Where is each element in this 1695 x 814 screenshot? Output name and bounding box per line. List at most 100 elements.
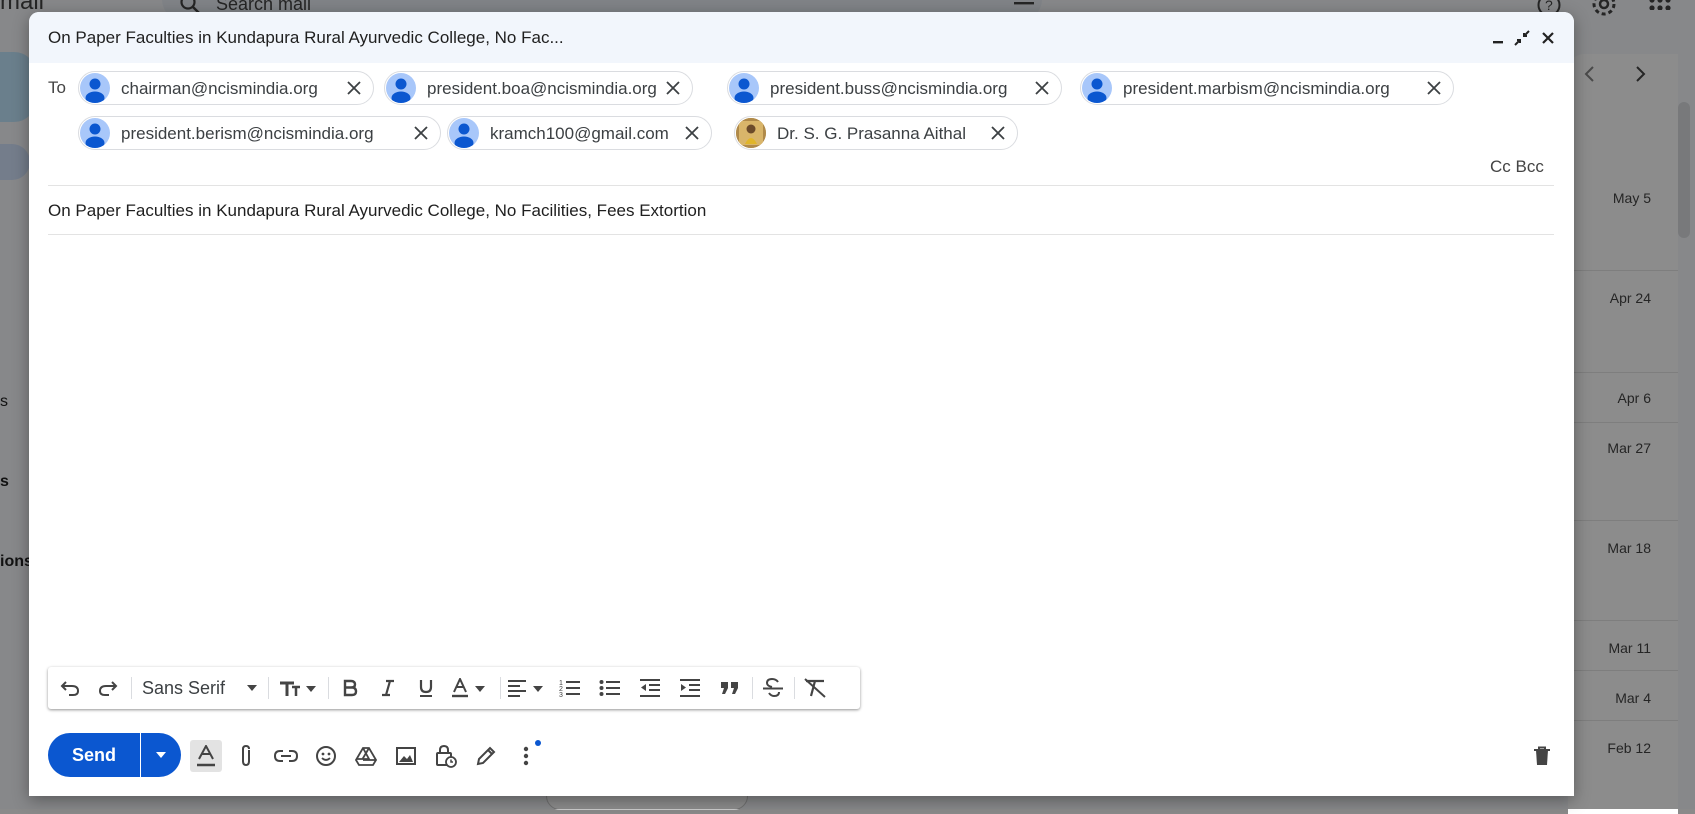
toolbar-separator — [794, 677, 795, 699]
person-icon — [80, 118, 110, 148]
remove-formatting-icon — [804, 678, 826, 698]
font-size-button[interactable] — [276, 675, 322, 701]
caret-down-icon — [247, 685, 257, 691]
svg-text:3: 3 — [559, 692, 563, 698]
redo-icon — [98, 681, 118, 696]
align-left-icon — [508, 680, 543, 697]
numbered-list-icon: 123 — [559, 680, 580, 698]
close-button[interactable] — [1536, 26, 1560, 50]
strikethrough-button[interactable] — [760, 675, 786, 701]
italic-button[interactable] — [376, 675, 400, 701]
more-vert-icon — [523, 746, 529, 766]
exit-fullscreen-button[interactable] — [1510, 26, 1534, 50]
cc-link[interactable]: Cc — [1490, 157, 1511, 176]
indent-less-icon — [640, 679, 660, 697]
remove-recipient-button[interactable] — [1031, 77, 1053, 99]
close-icon — [414, 126, 428, 140]
person-icon — [386, 73, 416, 103]
recipient-chip[interactable]: kramch100@gmail.com — [447, 116, 712, 150]
font-family-dropdown[interactable] — [244, 675, 260, 701]
bulleted-list-button[interactable] — [598, 675, 622, 701]
remove-recipient-button[interactable] — [410, 122, 432, 144]
recipient-email: president.buss@ncismindia.org — [770, 79, 1008, 98]
close-icon — [666, 81, 680, 95]
recipient-chip[interactable]: president.boa@ncismindia.org — [384, 71, 693, 105]
confidential-mode-button[interactable] — [430, 740, 462, 772]
attach-files-button[interactable] — [230, 740, 262, 772]
paperclip-icon — [242, 744, 250, 767]
link-icon — [274, 750, 298, 762]
discard-draft-button[interactable] — [1526, 740, 1558, 772]
bold-button[interactable] — [338, 675, 362, 701]
cc-bcc-links: Cc Bcc — [1490, 157, 1544, 177]
align-button[interactable] — [506, 675, 548, 701]
recipient-chip[interactable]: Dr. S. G. Prasanna Aithal — [734, 116, 1018, 150]
subject-field[interactable]: On Paper Faculties in Kundapura Rural Ay… — [48, 201, 706, 221]
send-button[interactable]: Send — [48, 733, 140, 777]
remove-recipient-button[interactable] — [343, 77, 365, 99]
bcc-link[interactable]: Bcc — [1516, 157, 1544, 176]
toolbar-separator — [131, 677, 132, 699]
text-color-button[interactable] — [450, 675, 492, 701]
minimize-button[interactable] — [1486, 26, 1510, 50]
remove-recipient-button[interactable] — [662, 77, 684, 99]
exit-fullscreen-icon — [1514, 30, 1530, 46]
google-drive-icon — [355, 747, 377, 766]
insert-signature-button[interactable] — [470, 740, 502, 772]
indent-more-button[interactable] — [678, 675, 702, 701]
message-body[interactable] — [48, 248, 1554, 668]
person-icon — [1082, 73, 1112, 103]
recipients-divider — [48, 185, 1554, 186]
undo-button[interactable] — [58, 675, 82, 701]
recipient-chip[interactable]: president.berism@ncismindia.org — [78, 116, 441, 150]
remove-formatting-button[interactable] — [802, 675, 828, 701]
recipient-chip[interactable]: president.buss@ncismindia.org — [727, 71, 1062, 105]
insert-drive-button[interactable] — [350, 740, 382, 772]
remove-recipient-button[interactable] — [681, 122, 703, 144]
person-icon — [80, 73, 110, 103]
formatting-options-icon — [197, 745, 215, 767]
underline-icon — [419, 680, 433, 697]
notification-dot — [535, 740, 541, 746]
numbered-list-button[interactable]: 123 — [558, 675, 582, 701]
toolbar-separator — [500, 677, 501, 699]
recipient-chip[interactable]: president.marbism@ncismindia.org — [1080, 71, 1454, 105]
toolbar-separator — [752, 677, 753, 699]
caret-down-icon — [156, 752, 166, 758]
close-icon — [1427, 81, 1441, 95]
quote-button[interactable] — [718, 675, 742, 701]
bold-icon — [343, 679, 358, 697]
recipient-chip[interactable]: chairman@ncismindia.org — [78, 71, 374, 105]
recipient-email: president.marbism@ncismindia.org — [1123, 79, 1390, 98]
recipient-email: president.boa@ncismindia.org — [427, 79, 657, 98]
indent-less-button[interactable] — [638, 675, 662, 701]
person-icon — [449, 118, 479, 148]
formatting-options-button[interactable] — [190, 740, 222, 772]
remove-recipient-button[interactable] — [1423, 77, 1445, 99]
insert-link-button[interactable] — [270, 740, 302, 772]
recipient-email: chairman@ncismindia.org — [121, 79, 318, 98]
compose-header[interactable]: On Paper Faculties in Kundapura Rural Ay… — [29, 12, 1574, 63]
person-icon — [729, 73, 759, 103]
bulleted-list-icon — [599, 680, 620, 696]
close-icon — [1035, 81, 1049, 95]
photo-avatar — [736, 118, 766, 148]
formatting-toolbar: Sans Serif 123 — [48, 667, 860, 709]
close-icon — [1542, 32, 1554, 44]
font-family-select[interactable]: Sans Serif — [142, 678, 225, 699]
to-label[interactable]: To — [48, 78, 66, 98]
text-size-icon — [280, 681, 316, 696]
close-icon — [685, 126, 699, 140]
undo-icon — [60, 681, 80, 696]
close-icon — [347, 81, 361, 95]
trash-icon — [1534, 746, 1550, 765]
underline-button[interactable] — [414, 675, 438, 701]
insert-emoji-button[interactable] — [310, 740, 342, 772]
schedule-send-dropdown[interactable] — [141, 733, 181, 777]
lock-clock-icon — [436, 744, 457, 768]
redo-button[interactable] — [96, 675, 120, 701]
compose-dialog: On Paper Faculties in Kundapura Rural Ay… — [29, 12, 1574, 796]
insert-photo-button[interactable] — [390, 740, 422, 772]
remove-recipient-button[interactable] — [987, 122, 1009, 144]
recipient-email: kramch100@gmail.com — [490, 124, 669, 143]
